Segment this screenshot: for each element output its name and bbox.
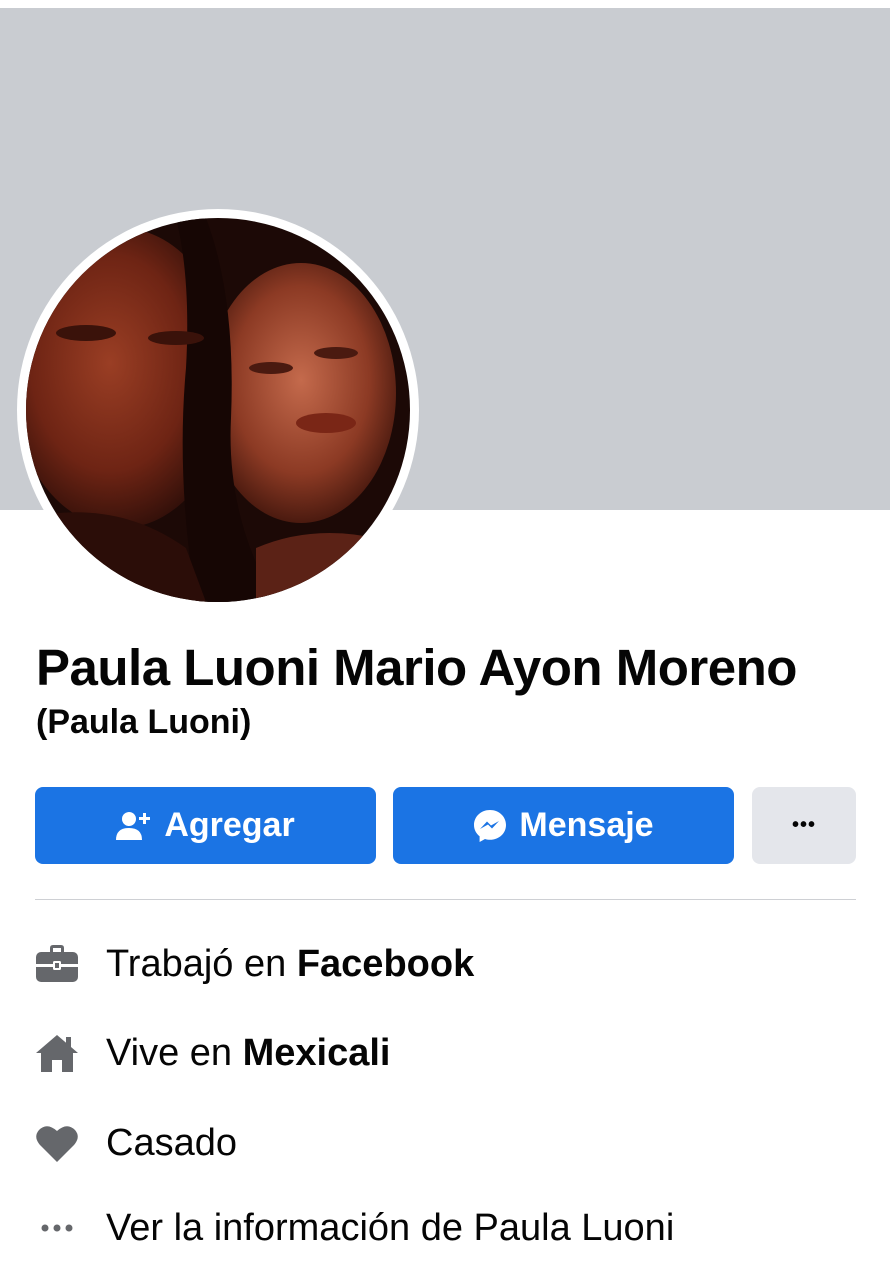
work-info-row: Trabajó en Facebook (0, 934, 890, 994)
relationship-text: Casado (106, 1121, 237, 1164)
see-about-link[interactable]: Ver la información de Paula Luoni (106, 1207, 674, 1250)
work-prefix: Trabajó en (106, 942, 297, 985)
ellipsis-icon (34, 1205, 80, 1251)
relationship-info-row: Casado (0, 1113, 890, 1173)
message-button[interactable]: Mensaje (393, 787, 734, 864)
profile-picture-image (26, 218, 410, 602)
lives-place-link[interactable]: Mexicali (243, 1032, 391, 1074)
add-friend-button[interactable]: Agregar (35, 787, 376, 864)
message-label: Mensaje (519, 806, 654, 844)
ellipsis-icon: ••• (791, 814, 816, 836)
see-about-row[interactable]: Ver la información de Paula Luoni (0, 1198, 890, 1258)
profile-name: Paula Luoni Mario Ayon Moreno (36, 639, 797, 696)
more-options-button[interactable]: ••• (752, 787, 856, 864)
lives-info-text: Vive en Mexicali (106, 1032, 391, 1075)
lives-info-row: Vive en Mexicali (0, 1023, 890, 1083)
profile-alternate-name: (Paula Luoni) (36, 703, 252, 741)
briefcase-icon (34, 941, 80, 987)
top-strip (0, 0, 890, 8)
house-icon (34, 1030, 80, 1076)
work-place-link[interactable]: Facebook (297, 943, 474, 985)
messenger-icon (473, 809, 507, 843)
work-info-text: Trabajó en Facebook (106, 943, 474, 986)
profile-picture[interactable] (26, 218, 410, 602)
lives-prefix: Vive en (106, 1031, 243, 1074)
heart-icon (34, 1120, 80, 1166)
profile-picture-frame[interactable] (17, 209, 419, 611)
add-friend-icon (116, 810, 152, 842)
add-friend-label: Agregar (164, 806, 295, 844)
section-divider (35, 899, 856, 900)
